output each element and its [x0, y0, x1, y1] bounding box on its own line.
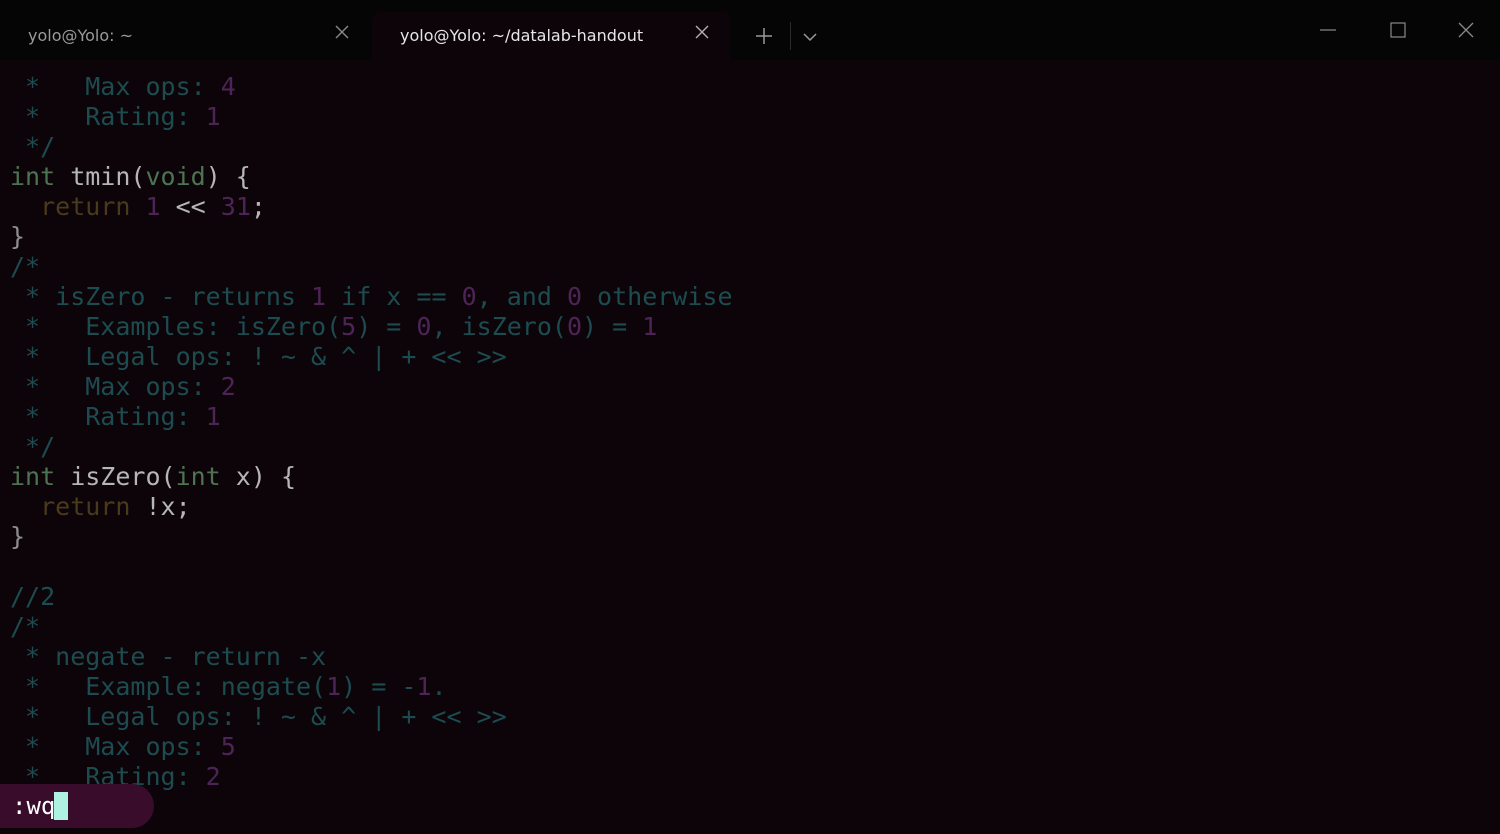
- code-line: }: [10, 522, 25, 552]
- code-token: ) {: [205, 162, 251, 191]
- code-token: int: [10, 162, 56, 191]
- vim-command-line[interactable]: :wq: [0, 784, 154, 828]
- maximize-icon[interactable]: [1382, 18, 1414, 42]
- code-line: */: [10, 432, 55, 462]
- code-line: * Max ops: 2: [10, 372, 236, 402]
- code-token: /*: [10, 612, 41, 641]
- plus-icon[interactable]: [752, 24, 776, 48]
- code-token: !x;: [130, 492, 191, 521]
- command-text: :wq: [12, 792, 56, 820]
- code-token: * isZero - returns: [10, 282, 312, 311]
- code-token: 5: [341, 312, 357, 341]
- code-token: }: [10, 522, 26, 551]
- code-token: 2: [205, 762, 221, 791]
- code-line: * Example: negate(1) = -1.: [10, 672, 447, 702]
- code-token: * negate - return -x: [10, 642, 327, 671]
- code-token: x) {: [220, 462, 296, 491]
- code-token: int: [10, 462, 56, 491]
- title-bar: yolo@Yolo: ~ yolo@Yolo: ~/datalab-handou…: [0, 0, 1500, 60]
- code-token: 0: [566, 312, 583, 341]
- code-token: 1: [326, 672, 342, 701]
- code-token: * Max ops:: [10, 372, 221, 401]
- code-token: 1: [205, 402, 221, 431]
- tab-home[interactable]: yolo@Yolo: ~: [0, 12, 370, 60]
- code-line: /*: [10, 612, 40, 642]
- chevron-down-icon[interactable]: [800, 24, 820, 48]
- code-token: 1: [311, 282, 327, 311]
- code-line: * Rating: 1: [10, 102, 221, 132]
- close-icon[interactable]: [334, 24, 350, 40]
- code-line: * Rating: 1: [10, 402, 221, 432]
- code-line: int isZero(int x) {: [10, 462, 296, 492]
- minimize-icon[interactable]: [1312, 18, 1344, 42]
- code-line: /*: [10, 252, 40, 282]
- code-token: .: [431, 672, 447, 701]
- code-line: * Max ops: 4: [10, 72, 236, 102]
- text-cursor: [54, 792, 68, 820]
- code-line: * Examples: isZero(5) = 0, isZero(0) = 1: [10, 312, 657, 342]
- tab-title: yolo@Yolo: ~/datalab-handout: [400, 26, 644, 45]
- code-token: 1: [416, 672, 432, 701]
- code-token: */: [10, 132, 56, 161]
- code-token: ;: [250, 192, 266, 221]
- code-token: 1: [205, 102, 221, 131]
- tab-divider: [790, 22, 791, 50]
- code-token: 2: [220, 372, 236, 401]
- tab-title: yolo@Yolo: ~: [28, 26, 134, 45]
- code-line: * Legal ops: ! ~ & ^ | + << >>: [10, 702, 507, 732]
- code-token: 1: [145, 192, 161, 221]
- code-token: otherwise: [582, 282, 733, 311]
- code-token: 0: [416, 312, 432, 341]
- tab-datalab-handout[interactable]: yolo@Yolo: ~/datalab-handout: [372, 12, 730, 60]
- code-token: */: [10, 432, 56, 461]
- code-token: /*: [10, 252, 41, 281]
- code-token: if x ==: [326, 282, 462, 311]
- code-line: int tmin(void) {: [10, 162, 251, 192]
- code-token: * Max ops:: [10, 72, 221, 101]
- code-token: , and: [476, 282, 567, 311]
- code-token: 1: [642, 312, 658, 341]
- code-token: }: [10, 222, 26, 251]
- code-token: * Examples: isZero(: [10, 312, 342, 341]
- code-line: return 1 << 31;: [10, 192, 266, 222]
- code-token: tmin(: [55, 162, 146, 191]
- code-line: //2: [10, 582, 55, 612]
- code-token: return: [40, 192, 131, 221]
- code-line: }: [10, 222, 25, 252]
- code-line: * negate - return -x: [10, 642, 326, 672]
- code-token: * Max ops:: [10, 732, 221, 761]
- code-line: * Legal ops: ! ~ & ^ | + << >>: [10, 342, 507, 372]
- code-token: * Rating:: [10, 102, 206, 131]
- code-token: <<: [160, 192, 221, 221]
- code-token: 0: [461, 282, 477, 311]
- close-icon[interactable]: [1450, 18, 1482, 42]
- code-token: * Legal ops: ! ~ & ^ | + << >>: [10, 342, 507, 371]
- close-icon[interactable]: [694, 24, 710, 40]
- code-token: * Legal ops: ! ~ & ^ | + << >>: [10, 702, 507, 731]
- code-token: isZero(: [55, 462, 176, 491]
- code-line: * isZero - returns 1 if x == 0, and 0 ot…: [10, 282, 733, 312]
- code-token: * Example: negate(: [10, 672, 327, 701]
- code-line: */: [10, 132, 55, 162]
- code-token: 5: [220, 732, 236, 761]
- code-token: return: [40, 492, 131, 521]
- editor-buffer[interactable]: * Max ops: 4 * Rating: 1 */int tmin(void…: [0, 72, 1500, 792]
- code-token: 0: [566, 282, 582, 311]
- code-token: ) =: [582, 312, 643, 341]
- code-token: //2: [10, 582, 56, 611]
- code-token: ) =: [356, 312, 417, 341]
- code-token: void: [145, 162, 206, 191]
- code-token: 31: [220, 192, 251, 221]
- code-token: , isZero(: [431, 312, 567, 341]
- code-token: ) = -: [341, 672, 417, 701]
- code-line: * Max ops: 5: [10, 732, 236, 762]
- code-token: 4: [220, 72, 236, 101]
- code-line: return !x;: [10, 492, 191, 522]
- code-token: * Rating:: [10, 402, 206, 431]
- code-token: int: [175, 462, 221, 491]
